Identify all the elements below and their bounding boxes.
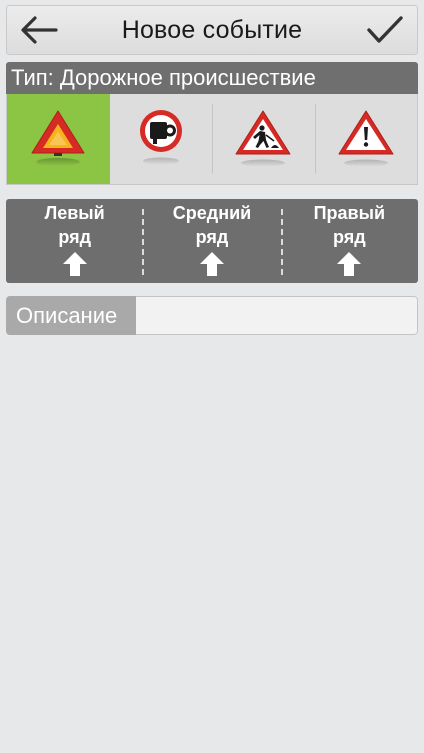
checkmark-icon xyxy=(367,16,403,43)
lane-left-label: Левый ряд xyxy=(44,203,105,247)
lane-selector: Левый ряд Средний ряд Правый ряд xyxy=(6,199,418,283)
danger-exclamation-icon xyxy=(338,110,394,167)
lane-middle[interactable]: Средний ряд xyxy=(143,199,280,283)
page-title: Новое событие xyxy=(121,16,303,44)
description-label: Описание xyxy=(6,296,136,335)
lane-left[interactable]: Левый ряд xyxy=(6,199,143,283)
warning-triangle-icon xyxy=(31,110,85,166)
event-type-danger[interactable] xyxy=(314,94,418,184)
description-row: Описание xyxy=(6,296,418,335)
lane-right-label: Правый ряд xyxy=(313,203,386,247)
lane-middle-label: Средний ряд xyxy=(172,203,252,247)
arrow-up-icon xyxy=(337,252,362,276)
arrow-up-icon xyxy=(62,252,87,276)
top-bar: Новое событие xyxy=(6,5,418,55)
arrow-left-icon xyxy=(21,16,58,44)
event-type-speed-camera[interactable] xyxy=(110,94,213,184)
description-input[interactable] xyxy=(136,296,418,335)
speed-camera-icon xyxy=(139,110,182,165)
road-works-icon xyxy=(235,110,291,167)
arrow-up-icon xyxy=(199,252,224,276)
back-button[interactable] xyxy=(15,9,63,51)
event-type-road-works[interactable] xyxy=(212,94,315,184)
confirm-button[interactable] xyxy=(361,9,409,51)
event-type-header: Тип: Дорожное происшествие xyxy=(6,62,418,94)
event-type-selector xyxy=(6,94,418,185)
lane-right[interactable]: Правый ряд xyxy=(281,199,418,283)
event-type-accident[interactable] xyxy=(7,94,110,184)
